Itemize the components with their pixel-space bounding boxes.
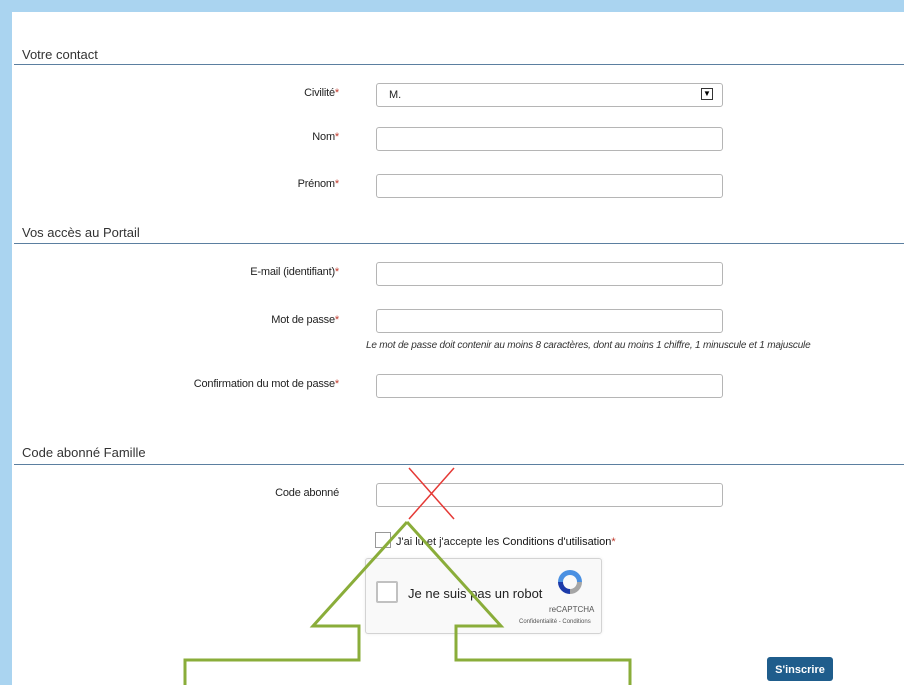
recaptcha-label: Je ne suis pas un robot [408, 586, 543, 601]
section-divider [14, 64, 904, 65]
password-hint: Le mot de passe doit contenir au moins 8… [366, 340, 811, 351]
section-title-subscriber: Code abonné Famille [22, 445, 146, 460]
password-confirm-input[interactable] [376, 374, 723, 398]
terms-link[interactable]: Conditions d'utilisation [502, 536, 611, 548]
civilite-label: Civilité* [304, 87, 339, 99]
email-label: E-mail (identifiant)* [250, 266, 339, 278]
recaptcha-brand: reCAPTCHA [549, 605, 595, 614]
section-divider [14, 464, 904, 465]
chevron-down-icon: ▼ [701, 88, 713, 100]
section-title-contact: Votre contact [22, 47, 98, 62]
recaptcha-checkbox[interactable] [376, 581, 398, 603]
recaptcha-icon [558, 570, 582, 594]
recaptcha-links[interactable]: Confidentialité - Conditions [519, 619, 591, 625]
prenom-label: Prénom* [297, 178, 340, 190]
nom-input[interactable] [376, 127, 723, 151]
code-label: Code abonné [275, 487, 339, 499]
section-title-access: Vos accès au Portail [22, 225, 140, 240]
terms-checkbox[interactable] [375, 532, 391, 548]
submit-button[interactable]: S'inscrire [767, 657, 833, 681]
terms-text: J'ai lu et j'accepte les Conditions d'ut… [396, 536, 616, 548]
civilite-select[interactable]: M. ▼ [376, 83, 723, 107]
nom-label: Nom* [312, 131, 339, 143]
password-label: Mot de passe* [271, 314, 339, 326]
password-confirm-label: Confirmation du mot de passe* [193, 378, 339, 390]
recaptcha-widget: Je ne suis pas un robot reCAPTCHA Confid… [365, 558, 602, 634]
code-input[interactable] [376, 483, 723, 507]
civilite-value: M. [389, 89, 402, 101]
prenom-input[interactable] [376, 174, 723, 198]
password-input[interactable] [376, 309, 723, 333]
email-input[interactable] [376, 262, 723, 286]
section-divider [14, 243, 904, 244]
